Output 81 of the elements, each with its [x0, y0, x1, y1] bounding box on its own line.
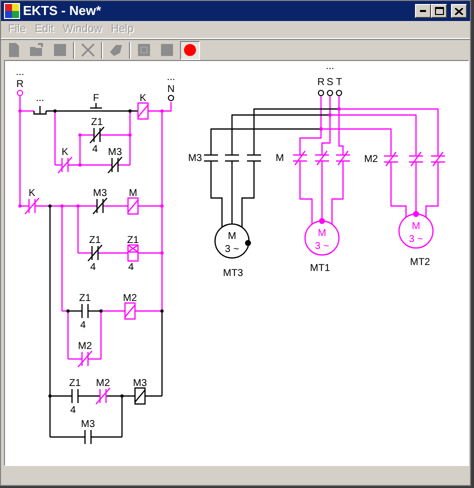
- timer-value: 4: [80, 320, 86, 331]
- motor-phase-text: 3 ~: [224, 244, 240, 255]
- component-label: Z1: [91, 117, 103, 128]
- component-label: K: [140, 93, 146, 104]
- close-icon: [455, 8, 463, 14]
- component-label: F: [92, 93, 100, 104]
- motor-symbol-text: M: [228, 231, 236, 242]
- component-label: M3: [81, 419, 95, 430]
- component-label: K: [28, 188, 36, 199]
- motor-label: MT3: [223, 268, 243, 279]
- window-title: EKTS - New*: [23, 2, 102, 20]
- motor-symbol-text: M: [318, 228, 326, 239]
- component-label: M2: [123, 293, 137, 304]
- junction-dot: [18, 204, 22, 208]
- document-icon: [6, 42, 22, 58]
- square-icon: [52, 42, 68, 58]
- junction-dot: [120, 394, 124, 398]
- wire: [78, 395, 100, 397]
- contactor-label: M3: [188, 153, 202, 164]
- supply-note: ...: [326, 61, 334, 72]
- motor-label: MT1: [310, 263, 330, 274]
- junction-dot: [48, 204, 52, 208]
- wire: [98, 252, 128, 254]
- component-label: M3: [133, 378, 147, 389]
- minimize-icon: [420, 10, 426, 12]
- motor-label: MT2: [410, 257, 430, 268]
- component-label: Z1: [127, 235, 139, 246]
- junction-dot: [160, 109, 164, 113]
- junction-dot: [160, 309, 164, 313]
- junction-dot: [99, 309, 103, 313]
- component-label: Z1: [79, 293, 91, 304]
- cross-icon: [80, 42, 96, 58]
- component-label: M3: [93, 188, 107, 199]
- folder-icon: [29, 42, 45, 58]
- junction-dot: [53, 109, 57, 113]
- phase-label: R: [317, 77, 325, 88]
- square-icon: [159, 42, 175, 58]
- junction-dot: [160, 204, 164, 208]
- eraser-icon: [108, 42, 124, 58]
- component-label: Z1: [69, 378, 81, 389]
- maximize-button[interactable]: [431, 4, 447, 18]
- junction-dot: [60, 204, 64, 208]
- wire: [103, 205, 128, 207]
- motor-phase-text: 3 ~: [408, 234, 424, 245]
- component-label: M3: [108, 147, 122, 158]
- contactor-label: M2: [364, 154, 378, 165]
- terminal-note: ...: [166, 72, 176, 83]
- timer-value: 4: [90, 262, 96, 273]
- component-label: M2: [96, 378, 110, 389]
- motor-symbol-text: M: [412, 221, 420, 232]
- record-icon: [182, 42, 198, 58]
- app-icon: [4, 3, 20, 19]
- toolbar-button[interactable]: [180, 40, 200, 60]
- timer-value: 4: [70, 405, 76, 416]
- junction-dot: [128, 109, 132, 113]
- junction-dot: [18, 109, 22, 113]
- timer-value: 4: [128, 262, 134, 273]
- phase-label: S: [326, 77, 334, 88]
- junction-dot: [78, 133, 82, 137]
- maximize-icon: [434, 7, 444, 15]
- timer-value: 4: [92, 144, 98, 155]
- terminal-note: ...: [16, 67, 24, 78]
- component-label: M: [128, 188, 138, 199]
- minimize-button[interactable]: [415, 4, 431, 18]
- junction-dot: [66, 309, 70, 313]
- terminal-label: R: [16, 79, 24, 90]
- close-button[interactable]: [451, 4, 467, 18]
- junction-dot: [128, 133, 132, 137]
- terminal-label: N: [167, 84, 175, 95]
- component-label: K: [62, 147, 68, 158]
- junction-dot: [78, 163, 82, 167]
- contactor-label: M: [276, 153, 284, 164]
- grid-icon: [136, 42, 152, 58]
- component-label: M2: [78, 341, 92, 352]
- junction-dot: [160, 251, 164, 255]
- phase-label: T: [336, 77, 342, 88]
- component-label: ...: [36, 93, 44, 104]
- motor-phase-text: 3 ~: [314, 241, 330, 252]
- junction-dot: [76, 204, 80, 208]
- component-label: Z1: [89, 235, 101, 246]
- junction-dot: [48, 394, 52, 398]
